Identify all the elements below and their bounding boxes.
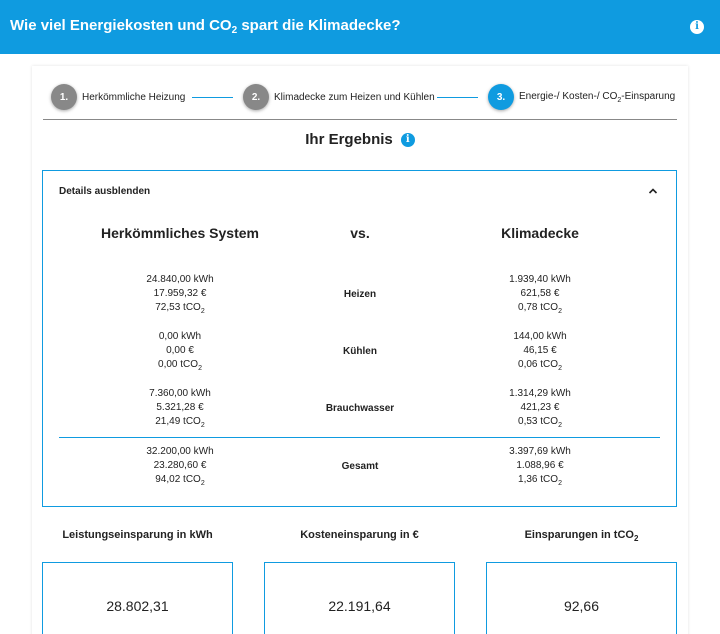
value-eur: 23.280,60 €: [153, 460, 207, 471]
klimadecke-water-values: 1.314,29 kWh 421,23 € 0,53 tCO2: [440, 387, 640, 433]
value-kwh: 32.200,00 kWh: [146, 446, 214, 457]
step-3-label: Energie-/ Kosten-/ CO2-Einsparung: [519, 90, 676, 104]
step-2-number: 2.: [243, 84, 269, 110]
step-connector: [192, 97, 233, 98]
value-co2: 72,53 tCO2: [155, 302, 205, 315]
value-kwh: 1.314,29 kWh: [509, 388, 571, 399]
value-eur: 0,00 €: [166, 345, 194, 356]
conventional-total-values: 32.200,00 kWh 23.280,60 € 94,02 tCO2: [80, 445, 280, 491]
value-kwh: 7.360,00 kWh: [149, 388, 211, 399]
value-co2: 0,78 tCO2: [518, 302, 562, 315]
klimadecke-cooling-values: 144,00 kWh 46,15 € 0,06 tCO2: [440, 330, 640, 376]
value-kwh: 1.939,40 kWh: [509, 274, 571, 285]
value-eur: 46,15 €: [523, 345, 557, 356]
cost-savings-value: 22.191,64: [328, 598, 391, 614]
row-label-brauchwasser: Brauchwasser: [325, 403, 395, 414]
value-co2: 0,00 tCO2: [158, 359, 202, 372]
value-kwh: 0,00 kWh: [158, 331, 202, 342]
klimadecke-heading: Klimadecke: [501, 225, 579, 241]
row-label-gesamt: Gesamt: [341, 461, 379, 472]
details-toggle[interactable]: Details ausblenden: [59, 186, 150, 197]
page-title: Wie viel Energiekosten und CO2 spart die…: [10, 17, 401, 36]
energy-savings-value: 28.802,31: [106, 598, 169, 614]
value-co2: 0,06 tCO2: [518, 359, 562, 372]
stepper-divider: [43, 119, 677, 120]
info-icon[interactable]: i: [400, 132, 415, 147]
value-kwh: 3.397,69 kWh: [509, 446, 571, 457]
klimadecke-total-values: 3.397,69 kWh 1.088,96 € 1,36 tCO2: [440, 445, 640, 491]
co2-savings-box: 92,66: [486, 562, 677, 634]
cost-savings-box: 22.191,64: [264, 562, 455, 634]
conventional-water-values: 7.360,00 kWh 5.321,28 € 21,49 tCO2: [80, 387, 280, 433]
value-kwh: 144,00 kWh: [513, 331, 567, 342]
row-label-kuehlen: Kühlen: [343, 346, 377, 357]
step-3[interactable]: 3. Energie-/ Kosten-/ CO2-Einsparung: [488, 84, 675, 110]
conventional-cooling-values: 0,00 kWh 0,00 € 0,00 tCO2: [80, 330, 280, 376]
info-icon[interactable]: i: [690, 20, 704, 34]
energy-savings-box: 28.802,31: [42, 562, 233, 634]
value-eur: 17.959,32 €: [153, 288, 207, 299]
cost-savings-label: Kosteneinsparung in €: [300, 529, 419, 541]
klimadecke-heating-values: 1.939,40 kWh 621,58 € 0,78 tCO2: [440, 273, 640, 319]
value-eur: 621,58 €: [520, 288, 560, 299]
step-2[interactable]: 2. Klimadecke zum Heizen und Kühlen: [243, 84, 435, 110]
total-divider: [59, 437, 660, 438]
step-connector: [437, 97, 478, 98]
value-co2: 21,49 tCO2: [155, 416, 205, 429]
result-heading: Ihr Ergebnis i: [0, 131, 720, 148]
conventional-heading: Herkömmliches System: [101, 225, 259, 241]
row-label-heizen: Heizen: [343, 289, 377, 300]
value-co2: 1,36 tCO2: [518, 474, 562, 487]
vs-label: vs.: [350, 225, 370, 241]
value-eur: 5.321,28 €: [156, 402, 204, 413]
value-eur: 1.088,96 €: [516, 460, 564, 471]
step-3-number: 3.: [488, 84, 514, 110]
result-title: Ihr Ergebnis: [305, 131, 393, 148]
co2-savings-label: Einsparungen in tCO2: [524, 529, 639, 544]
co2-savings-value: 92,66: [563, 598, 600, 614]
energy-savings-label: Leistungseinsparung in kWh: [62, 529, 213, 541]
step-1[interactable]: 1. Herkömmliche Heizung: [51, 84, 185, 110]
value-co2: 94,02 tCO2: [155, 474, 205, 487]
step-1-label: Herkömmliche Heizung: [82, 91, 186, 103]
step-2-label: Klimadecke zum Heizen und Kühlen: [274, 91, 435, 103]
chevron-up-icon[interactable]: [647, 185, 659, 197]
value-co2: 0,53 tCO2: [518, 416, 562, 429]
step-1-number: 1.: [51, 84, 77, 110]
conventional-heating-values: 24.840,00 kWh 17.959,32 € 72,53 tCO2: [80, 273, 280, 319]
header-bar: Wie viel Energiekosten und CO2 spart die…: [0, 0, 720, 54]
value-eur: 421,23 €: [520, 402, 560, 413]
value-kwh: 24.840,00 kWh: [146, 274, 214, 285]
